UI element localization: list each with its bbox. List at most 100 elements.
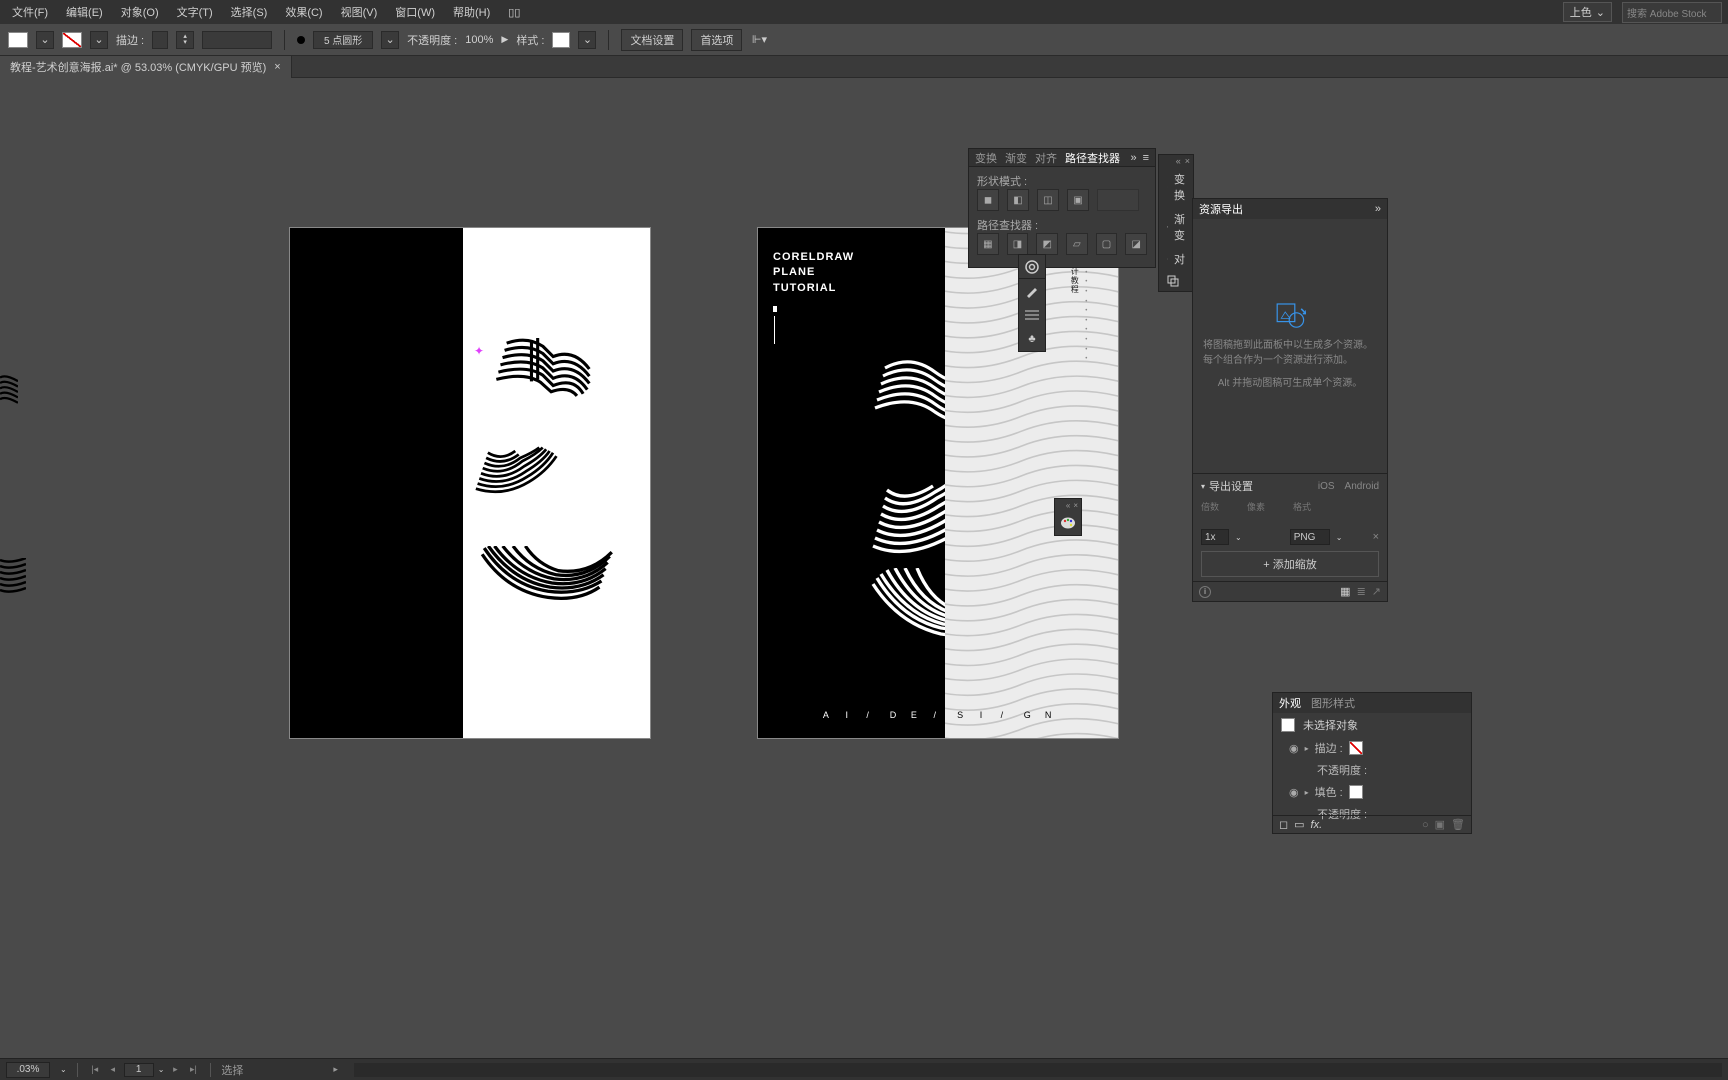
add-fx-icon[interactable]: fx. <box>1311 819 1323 831</box>
clubs-icon[interactable]: ♣ <box>1019 327 1045 351</box>
next-artboard-icon[interactable]: ▸ <box>168 1063 182 1077</box>
collapse-icon[interactable]: » <box>1130 152 1136 164</box>
tab-graphic-styles[interactable]: 图形样式 <box>1311 695 1355 711</box>
menu-effect[interactable]: 效果(C) <box>279 1 328 23</box>
dock-align[interactable]: 对 <box>1159 247 1193 271</box>
platform-ios[interactable]: iOS <box>1318 481 1335 492</box>
info-icon[interactable]: i <box>1199 586 1211 598</box>
dock-transform[interactable]: 变换 <box>1159 167 1193 207</box>
stroke-swatch[interactable] <box>62 32 82 48</box>
menu-view[interactable]: 视图(V) <box>335 1 384 23</box>
workspace-switcher[interactable]: 上色 ⌄ <box>1563 2 1612 22</box>
stroke-dropdown[interactable]: ⌄ <box>90 31 108 49</box>
asset-drop-area[interactable]: 将图稿拖到此面板中以生成多个资源。每个组合作为一个资源进行添加。 Alt 并拖动… <box>1193 219 1387 473</box>
fill-dropdown[interactable]: ⌄ <box>36 31 54 49</box>
stroke-profile-select[interactable] <box>202 31 272 49</box>
expand-button[interactable] <box>1097 189 1139 211</box>
dock-close-icon[interactable]: × <box>1185 156 1190 166</box>
menu-window[interactable]: 窗口(W) <box>389 1 441 23</box>
menu-help[interactable]: 帮助(H) <box>447 1 496 23</box>
zoom-input[interactable] <box>6 1062 50 1078</box>
asset-collapse-icon[interactable]: » <box>1375 203 1381 215</box>
opacity-value[interactable]: 100% <box>465 34 493 46</box>
tab-appearance[interactable]: 外观 <box>1279 695 1301 711</box>
artboard-2[interactable]: CORELDRAW PLANE TUTORIAL <box>758 228 1118 738</box>
close-icon[interactable]: × <box>274 61 280 73</box>
new-art-icon[interactable]: ◻ <box>1279 818 1288 831</box>
trim-button[interactable]: ◨ <box>1007 233 1029 255</box>
clear-icon[interactable]: ○ <box>1422 819 1429 831</box>
dock-collapse-icon[interactable]: « <box>1176 156 1181 166</box>
stroke-weight-stepper[interactable]: ▴▾ <box>176 31 194 49</box>
unite-button[interactable]: ◼ <box>977 189 999 211</box>
menu-type[interactable]: 文字(T) <box>171 1 219 23</box>
stroke-weight-input[interactable] <box>152 31 168 49</box>
brush-dropdown[interactable]: ⌄ <box>381 31 399 49</box>
dock-gradient[interactable]: 渐变 <box>1159 207 1193 247</box>
new-stroke-icon[interactable]: ▭ <box>1294 818 1304 831</box>
grid-view-icon[interactable]: ▦ <box>1340 585 1350 598</box>
status-flyout-icon[interactable]: ▸ <box>333 1064 338 1075</box>
h-scrollbar[interactable] <box>354 1063 1722 1077</box>
outline-button[interactable]: ▢ <box>1096 233 1118 255</box>
exclude-button[interactable]: ▣ <box>1067 189 1089 211</box>
asset-export-tab[interactable]: 资源导出 <box>1199 201 1243 217</box>
fill-visibility-icon[interactable]: ◉ <box>1289 786 1299 799</box>
zoom-dropdown[interactable]: ⌄ <box>60 1065 67 1074</box>
mini-dock-close-icon[interactable]: × <box>1073 501 1078 510</box>
add-scale-button[interactable]: + 添加缩放 <box>1201 551 1379 577</box>
dock-pathfinder[interactable]: 资源导出 <box>1159 271 1193 291</box>
align-flyout-icon[interactable]: ⊩▾ <box>750 32 768 48</box>
menu-arrange[interactable]: ▯▯ <box>502 3 526 22</box>
cc-libraries-icon[interactable] <box>1019 255 1045 279</box>
menu-edit[interactable]: 编辑(E) <box>60 1 109 23</box>
style-dropdown[interactable]: ⌄ <box>578 31 596 49</box>
platform-android[interactable]: Android <box>1345 481 1379 492</box>
appearance-fill-swatch[interactable] <box>1349 785 1363 799</box>
minus-front-button[interactable]: ◧ <box>1007 189 1029 211</box>
prefs-button[interactable]: 首选项 <box>691 29 742 51</box>
color-picker-icon[interactable] <box>1055 511 1081 535</box>
export-settings-label[interactable]: 导出设置 <box>1209 478 1253 494</box>
divide-button[interactable]: ▦ <box>977 233 999 255</box>
opacity-flyout[interactable]: ▶ <box>501 34 508 45</box>
artboard-dropdown[interactable]: ⌄ <box>158 1065 165 1074</box>
brushes-icon[interactable] <box>1019 279 1045 303</box>
tab-transform[interactable]: 变换 <box>975 150 997 166</box>
artboard-1[interactable]: ✦ <box>290 228 650 738</box>
minus-back-button[interactable]: ◪ <box>1125 233 1147 255</box>
artboard-index-input[interactable] <box>124 1063 154 1077</box>
intersect-button[interactable]: ◫ <box>1037 189 1059 211</box>
crop-button[interactable]: ▱ <box>1066 233 1088 255</box>
tab-pathfinder[interactable]: 路径查找器 <box>1065 150 1120 166</box>
fill-expand-icon[interactable]: ▸ <box>1305 788 1309 797</box>
appearance-stroke-swatch[interactable] <box>1349 741 1363 755</box>
dup-icon[interactable]: ▣ <box>1435 818 1445 831</box>
lines-icon[interactable] <box>1019 303 1045 327</box>
list-view-icon[interactable]: ≣ <box>1357 585 1366 598</box>
last-artboard-icon[interactable]: ▸| <box>186 1063 200 1077</box>
stroke-visibility-icon[interactable]: ◉ <box>1289 742 1299 755</box>
menu-icon[interactable]: ≡ <box>1143 152 1149 164</box>
stroke-expand-icon[interactable]: ▸ <box>1305 744 1309 753</box>
menu-object[interactable]: 对象(O) <box>115 1 165 23</box>
document-tab[interactable]: 教程-艺术创意海报.ai* @ 53.03% (CMYK/GPU 预览) × <box>0 56 292 78</box>
scale-value-input[interactable] <box>1201 529 1229 545</box>
first-artboard-icon[interactable]: |◂ <box>88 1063 102 1077</box>
merge-button[interactable]: ◩ <box>1036 233 1058 255</box>
remove-scale-icon[interactable]: × <box>1373 531 1379 543</box>
tab-gradient[interactable]: 渐变 <box>1005 150 1027 166</box>
format-dropdown[interactable]: ⌄ <box>1336 533 1343 542</box>
export-menu-icon[interactable]: ↗ <box>1372 585 1381 598</box>
tab-align[interactable]: 对齐 <box>1035 150 1057 166</box>
trash-icon[interactable]: 🗑 <box>1451 818 1465 831</box>
fill-swatch[interactable] <box>8 32 28 48</box>
menu-file[interactable]: 文件(F) <box>6 1 54 23</box>
menu-select[interactable]: 选择(S) <box>225 1 274 23</box>
brush-select[interactable]: 5 点圆形 <box>313 31 373 49</box>
prev-artboard-icon[interactable]: ◂ <box>106 1063 120 1077</box>
mini-dock-collapse-icon[interactable]: « <box>1066 501 1070 510</box>
canvas[interactable]: ✦ CORELDRAW PLANE TUTORIAL <box>0 78 1728 1058</box>
format-select[interactable] <box>1290 529 1330 545</box>
scale-dropdown[interactable]: ⌄ <box>1235 533 1242 542</box>
